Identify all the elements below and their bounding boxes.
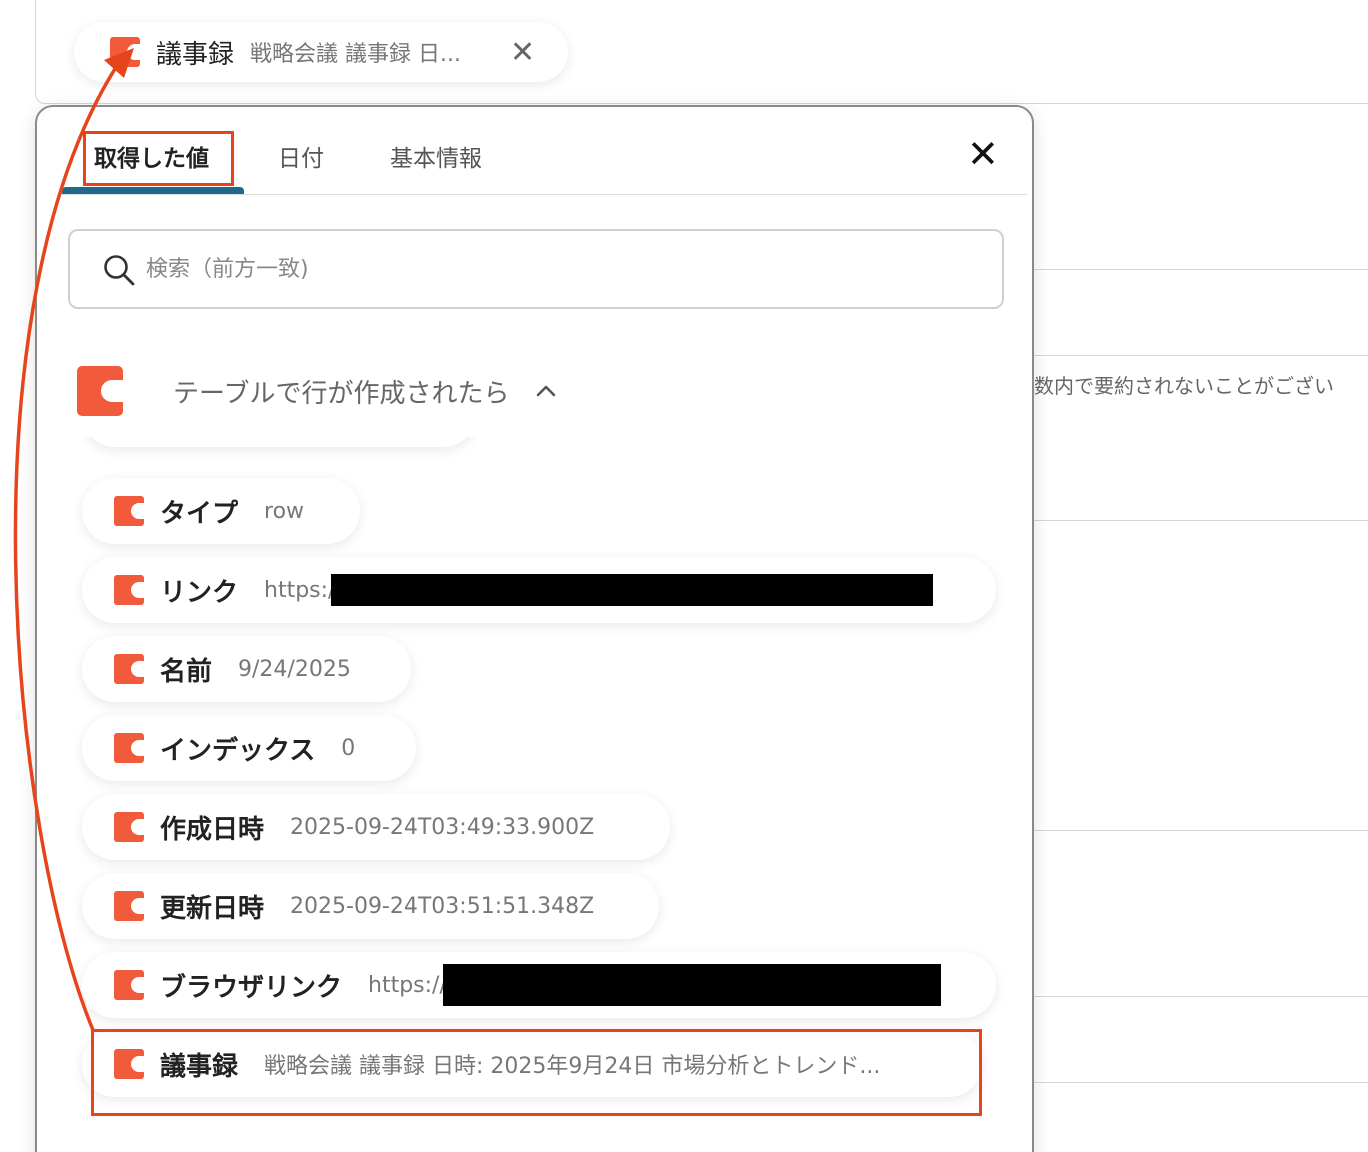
annotation-box-tab: [83, 131, 234, 186]
variable-value: https:/: [264, 577, 336, 603]
variable-chip-type[interactable]: タイプ row: [82, 478, 360, 544]
variable-picker-panel: 取得した値 日付 基本情報 ✕ テーブルで行が作成されたら 行ID タイプ ro…: [35, 105, 1034, 1152]
variable-value: 2025-09-24T03:51:51.348Z: [290, 893, 595, 919]
divider: [1034, 355, 1368, 356]
coda-icon: [114, 654, 145, 684]
variable-key: 名前: [160, 656, 213, 687]
coda-icon: [114, 733, 145, 763]
variable-chip-name[interactable]: 名前 9/24/2025: [82, 636, 411, 702]
coda-icon: [114, 970, 145, 1000]
search-icon: [104, 255, 135, 286]
search-box[interactable]: [68, 229, 1004, 309]
selected-variable-chip[interactable]: 議事録 戦略会議 議事録 日... ✕: [74, 22, 568, 82]
background-help-text: 数内で要約されないことがござい: [1034, 374, 1334, 398]
chip-key: 議事録: [156, 39, 235, 70]
variable-key: 作成日時: [160, 814, 265, 845]
divider: [1034, 996, 1368, 997]
variable-chip-link[interactable]: リンク https:/: [82, 557, 996, 623]
group-title: テーブルで行が作成されたら: [173, 378, 510, 409]
coda-icon: [114, 812, 145, 842]
variable-chip-browser-link[interactable]: ブラウザリンク https://: [82, 952, 996, 1018]
variable-value: https://: [368, 972, 447, 998]
variable-value: row: [264, 498, 305, 524]
divider: [1034, 830, 1368, 831]
variable-key: ブラウザリンク: [160, 972, 343, 1003]
annotation-box-minutes: [91, 1029, 982, 1116]
variable-value: 0: [341, 735, 356, 761]
variable-key: インデックス: [160, 735, 316, 766]
active-tab-indicator: [62, 187, 244, 194]
variable-chip-created-at[interactable]: 作成日時 2025-09-24T03:49:33.900Z: [82, 794, 670, 860]
divider: [1034, 520, 1368, 521]
trigger-group-header[interactable]: テーブルで行が作成されたら: [77, 363, 557, 419]
coda-icon: [114, 496, 145, 526]
divider: [1034, 269, 1368, 270]
variable-key: 更新日時: [160, 893, 265, 924]
variable-key: タイプ: [160, 498, 239, 529]
tab-basic-info[interactable]: 基本情報: [390, 139, 482, 173]
variable-chip-index[interactable]: インデックス 0: [82, 715, 416, 781]
divider: [1034, 1082, 1368, 1083]
variable-chip-updated-at[interactable]: 更新日時 2025-09-24T03:51:51.348Z: [82, 873, 659, 939]
variable-key: リンク: [160, 577, 239, 608]
close-icon[interactable]: ✕: [510, 35, 535, 70]
variable-value: 2025-09-24T03:49:33.900Z: [290, 814, 595, 840]
close-icon[interactable]: ✕: [967, 135, 999, 173]
tab-date[interactable]: 日付: [278, 139, 324, 173]
variable-value: 9/24/2025: [238, 656, 351, 682]
redaction-bar: [331, 574, 934, 606]
coda-icon: [114, 891, 145, 921]
coda-icon: [114, 575, 145, 605]
coda-icon: [110, 37, 141, 67]
chip-value: 戦略会議 議事録 日...: [250, 42, 461, 67]
coda-icon: [77, 366, 124, 416]
redaction-bar: [442, 964, 941, 1006]
chevron-up-icon: [537, 385, 556, 397]
variable-chip-row-id[interactable]: 行ID: [82, 437, 476, 447]
search-input[interactable]: [146, 249, 966, 289]
